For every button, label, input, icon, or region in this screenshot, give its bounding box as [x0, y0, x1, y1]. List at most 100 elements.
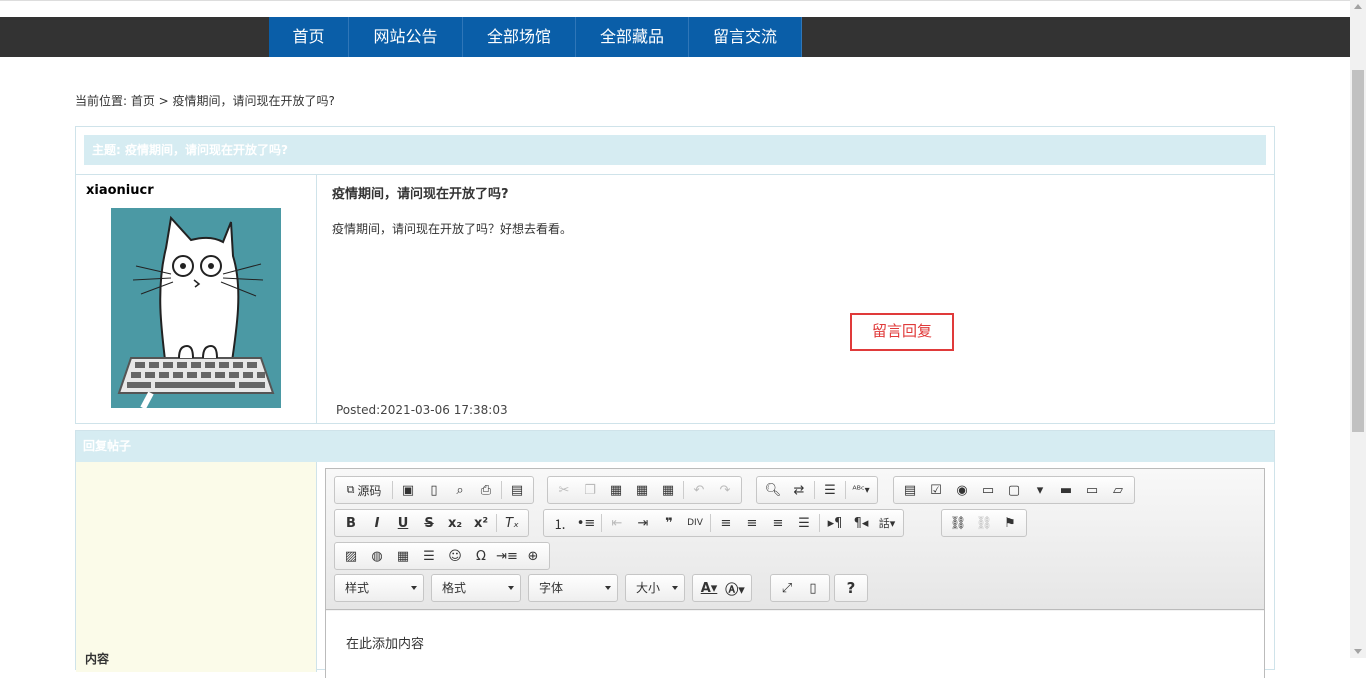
post-title: 疫情期间，请问现在开放了吗? — [332, 187, 509, 202]
align-center-icon[interactable]: ≡ — [739, 512, 765, 534]
nav-item-messages[interactable]: 留言交流 — [689, 17, 802, 57]
button-field-icon[interactable]: ▬ — [1053, 479, 1079, 501]
cut-icon[interactable]: ✂ — [551, 479, 577, 501]
blockquote-icon[interactable]: ❞ — [656, 512, 682, 534]
find-icon[interactable]: 🔍︎ — [760, 479, 786, 501]
size-select[interactable]: 大小 — [625, 574, 685, 602]
outdent-icon[interactable]: ⇤ — [604, 512, 630, 534]
scroll-down-icon[interactable] — [1354, 649, 1362, 654]
editor-content-area[interactable]: 在此添加内容 — [326, 611, 1264, 679]
remove-format-icon[interactable]: Tₓ — [499, 512, 525, 534]
copy-icon[interactable]: ❐ — [577, 479, 603, 501]
show-blocks-icon[interactable]: ▯ — [800, 577, 826, 599]
text-field-icon[interactable]: ▭ — [975, 479, 1001, 501]
avatar — [111, 208, 281, 408]
scrollbar-thumb[interactable] — [1352, 70, 1364, 432]
post-container: 主题: 疫情期间，请问现在开放了吗? xiaoniucr 疫情期间，请问现在开放… — [75, 126, 1275, 424]
form-icon[interactable]: ▤ — [897, 479, 923, 501]
italic-icon[interactable]: I — [364, 512, 390, 534]
divider — [496, 514, 497, 532]
nav-item-home[interactable]: 首页 — [269, 17, 349, 57]
divider — [601, 514, 602, 532]
iframe-globe-icon[interactable]: ⊕ — [520, 545, 546, 567]
image-button-icon[interactable]: ▭ — [1079, 479, 1105, 501]
horizontal-line-icon[interactable]: ☰ — [416, 545, 442, 567]
toolbar-group-document: ⧉ 源码 ▣ ▯ ⌕ ⎙ ▤ — [334, 476, 534, 504]
toolbar-group-colors: A▾ Ⓐ▾ — [692, 574, 752, 602]
nav-item-collections[interactable]: 全部藏品 — [576, 17, 689, 57]
toolbar-group-clipboard: ✂ ❐ ▦ ▦ ▦ ↶ ↷ — [547, 476, 742, 504]
divider — [819, 514, 820, 532]
special-char-icon[interactable]: Ω — [468, 545, 494, 567]
paste-word-icon[interactable]: ▦ — [655, 479, 681, 501]
underline-icon[interactable]: U — [390, 512, 416, 534]
toolbar-group-editing: 🔍︎ ⇄ ☰ ᴬᴮᶜ▾ — [756, 476, 878, 504]
rich-text-editor: ⧉ 源码 ▣ ▯ ⌕ ⎙ ▤ ✂ ❐ ▦ ▦ ▦ ↶ ↷ 🔍︎ ⇄ ☰ ᴬᴮᶜ▾… — [325, 468, 1265, 679]
chevron-down-icon — [605, 586, 611, 590]
bold-icon[interactable]: B — [338, 512, 364, 534]
spellcheck-icon[interactable]: ᴬᴮᶜ▾ — [848, 479, 874, 501]
source-label: 源码 — [357, 483, 382, 498]
justify-icon[interactable]: ☰ — [791, 512, 817, 534]
nav-item-announcements[interactable]: 网站公告 — [349, 17, 463, 57]
textarea-icon[interactable]: ▢ — [1001, 479, 1027, 501]
smiley-icon[interactable]: ☺ — [442, 545, 468, 567]
checkbox-icon[interactable]: ☑ — [923, 479, 949, 501]
print-icon[interactable]: ⎙ — [473, 479, 499, 501]
page-scrollbar[interactable] — [1350, 0, 1366, 658]
templates-icon[interactable]: ▤ — [504, 479, 530, 501]
bulleted-list-icon[interactable]: •≡ — [573, 512, 599, 534]
reply-message-button[interactable]: 留言回复 — [850, 313, 954, 351]
preview-icon[interactable]: ⌕ — [447, 479, 473, 501]
anchor-flag-icon[interactable]: ⚑ — [997, 512, 1023, 534]
style-select[interactable]: 样式 — [334, 574, 424, 602]
save-icon[interactable]: ▣ — [395, 479, 421, 501]
subscript-icon[interactable]: x₂ — [442, 512, 468, 534]
hidden-field-icon[interactable]: ▱ — [1105, 479, 1131, 501]
select-all-icon[interactable]: ☰ — [817, 479, 843, 501]
paste-icon[interactable]: ▦ — [603, 479, 629, 501]
superscript-icon[interactable]: x² — [468, 512, 494, 534]
editor-toolbar: ⧉ 源码 ▣ ▯ ⌕ ⎙ ▤ ✂ ❐ ▦ ▦ ▦ ↶ ↷ 🔍︎ ⇄ ☰ ᴬᴮᶜ▾… — [326, 469, 1264, 610]
toolbar-group-about: ? — [834, 574, 868, 602]
font-select[interactable]: 字体 — [528, 574, 618, 602]
format-select[interactable]: 格式 — [431, 574, 521, 602]
nav-item-venues[interactable]: 全部场馆 — [463, 17, 576, 57]
div-container-icon[interactable]: DIV — [682, 512, 708, 534]
link-icon[interactable]: ⛓ — [945, 512, 971, 534]
rtl-icon[interactable]: ¶◂ — [848, 512, 874, 534]
align-left-icon[interactable]: ≡ — [713, 512, 739, 534]
table-icon[interactable]: ▦ — [390, 545, 416, 567]
numbered-list-icon[interactable]: ⒈ — [547, 512, 573, 534]
language-icon[interactable]: 話▾ — [874, 512, 900, 534]
text-color-icon[interactable]: A▾ — [696, 577, 722, 599]
select-field-icon[interactable]: ▾ — [1027, 479, 1053, 501]
strikethrough-icon[interactable]: S — [416, 512, 442, 534]
source-button[interactable]: ⧉ 源码 — [338, 479, 390, 501]
image-icon[interactable]: ▨ — [338, 545, 364, 567]
toolbar-group-tools: ⤢ ▯ — [770, 574, 830, 602]
paste-text-icon[interactable]: ▦ — [629, 479, 655, 501]
format-select-label: 格式 — [442, 581, 467, 595]
help-button[interactable]: ? — [838, 577, 864, 599]
maximize-icon[interactable]: ⤢ — [774, 577, 800, 599]
align-right-icon[interactable]: ≡ — [765, 512, 791, 534]
divider — [683, 481, 684, 499]
radio-icon[interactable]: ◉ — [949, 479, 975, 501]
toolbar-group-basicstyles: B I U S x₂ x² Tₓ — [334, 509, 529, 537]
redo-icon[interactable]: ↷ — [712, 479, 738, 501]
page-break-icon[interactable]: ⇥≡ — [494, 545, 520, 567]
background-color-icon[interactable]: Ⓐ▾ — [722, 577, 748, 599]
cat-keyboard-avatar-icon — [111, 208, 281, 408]
toolbar-group-insert: ▨ ◍ ▦ ☰ ☺ Ω ⇥≡ ⊕ — [334, 542, 550, 570]
replace-icon[interactable]: ⇄ — [786, 479, 812, 501]
content-label: 内容 — [85, 652, 110, 666]
ltr-icon[interactable]: ▸¶ — [822, 512, 848, 534]
size-select-label: 大小 — [636, 581, 661, 595]
flash-icon[interactable]: ◍ — [364, 545, 390, 567]
undo-icon[interactable]: ↶ — [686, 479, 712, 501]
unlink-icon[interactable]: ⛓ — [971, 512, 997, 534]
indent-icon[interactable]: ⇥ — [630, 512, 656, 534]
scroll-up-icon[interactable] — [1354, 4, 1362, 9]
new-page-icon[interactable]: ▯ — [421, 479, 447, 501]
